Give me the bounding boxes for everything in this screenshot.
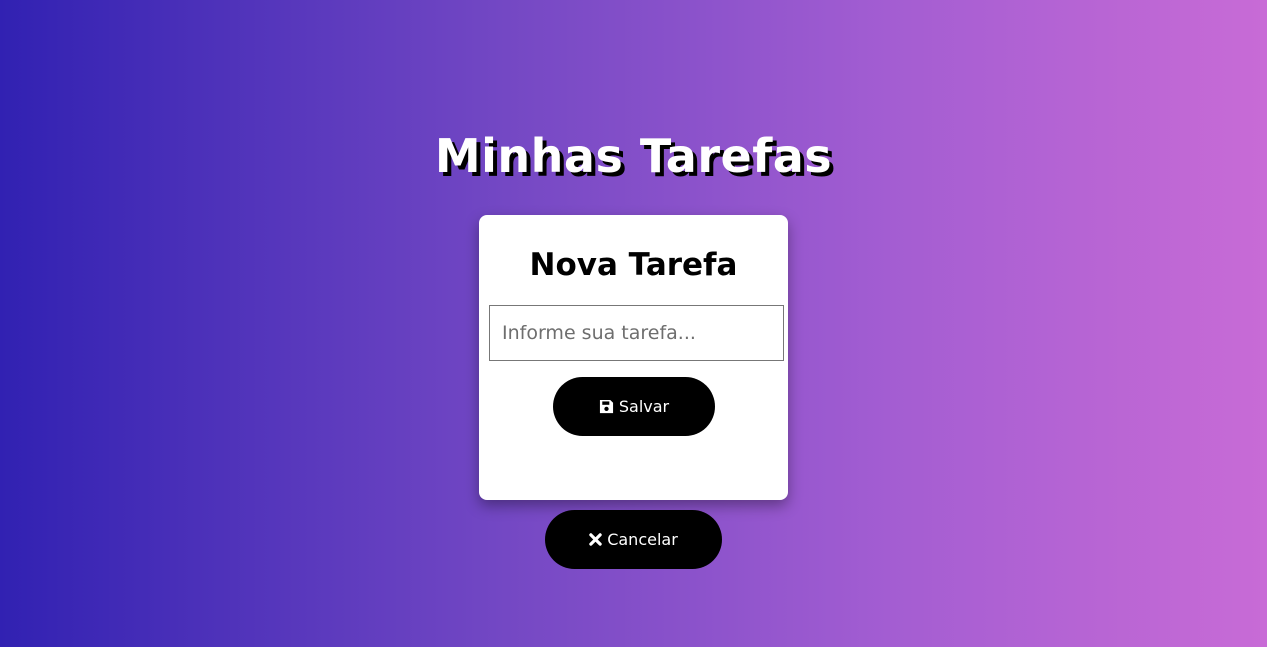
card-title: Nova Tarefa: [529, 247, 738, 283]
task-input[interactable]: [489, 305, 784, 361]
page-title: Minhas Tarefas: [434, 129, 833, 183]
save-button-label: Salvar: [618, 397, 670, 416]
close-icon: [589, 533, 602, 546]
new-task-card: Nova Tarefa Salvar: [479, 215, 788, 500]
floppy-disk-icon: [599, 399, 614, 414]
cancel-button-label: Cancelar: [607, 530, 678, 549]
cancel-button[interactable]: Cancelar: [545, 510, 722, 569]
save-button[interactable]: Salvar: [553, 377, 715, 436]
